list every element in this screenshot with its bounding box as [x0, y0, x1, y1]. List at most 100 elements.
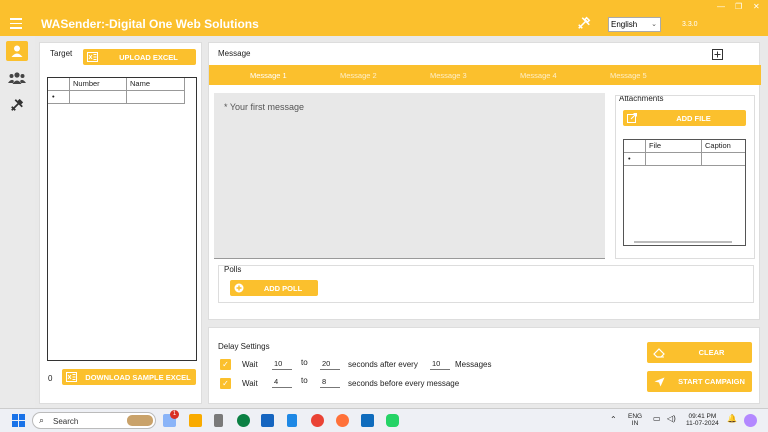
table-header: File Caption	[624, 140, 745, 153]
app-title: WASender:-Digital One Web Solutions	[41, 17, 259, 31]
start-campaign-button[interactable]: START CAMPAIGN	[647, 371, 752, 392]
download-sample-excel-button[interactable]: DOWNLOAD SAMPLE EXCEL	[62, 369, 196, 385]
cell-file[interactable]	[646, 153, 702, 166]
edge-browser-icon[interactable]	[237, 414, 250, 427]
close-icon[interactable]: ✕	[753, 2, 760, 11]
minimize-icon[interactable]: —	[717, 2, 725, 11]
messages-label: Messages	[455, 360, 492, 369]
network-icon[interactable]: ▭	[653, 415, 661, 423]
column-number: Number	[70, 78, 127, 91]
seconds-after-every-label: seconds after every	[348, 360, 418, 369]
messages-count-input[interactable]: 10	[430, 358, 450, 370]
target-count: 0	[48, 374, 53, 383]
upload-excel-button[interactable]: UPLOAD EXCEL	[83, 49, 196, 65]
tab-message-1[interactable]: Message 1	[250, 71, 287, 80]
nav-groups[interactable]	[6, 68, 28, 88]
tools-icon[interactable]	[577, 16, 591, 30]
delay-after-max-input[interactable]: 20	[320, 358, 340, 370]
row-marker: •	[624, 153, 646, 166]
horizontal-scrollbar[interactable]	[634, 241, 732, 243]
add-poll-button[interactable]: ADD POLL	[230, 280, 318, 296]
external-link-icon	[623, 113, 641, 123]
nav-tools[interactable]	[6, 95, 28, 115]
search-icon: ⌕	[39, 415, 45, 425]
eraser-icon	[647, 347, 671, 358]
polls-box: Polls ADD POLL	[218, 265, 754, 303]
to-label: to	[301, 358, 308, 367]
message-placeholder: * Your first message	[224, 102, 305, 112]
row-marker: •	[48, 91, 70, 104]
input-language[interactable]: ENG IN	[628, 413, 642, 427]
language-select[interactable]: English ⌄	[608, 17, 661, 32]
delay-settings-label: Delay Settings	[218, 342, 270, 351]
title-bar: WASender:-Digital One Web Solutions Engl…	[0, 0, 768, 36]
version-label: 3.3.0	[682, 21, 698, 28]
store-icon[interactable]	[261, 414, 274, 427]
message-tabs: Message 1 Message 2 Message 3 Message 4 …	[209, 65, 761, 85]
add-file-button[interactable]: ADD FILE	[623, 110, 746, 126]
restore-icon[interactable]: ❐	[735, 2, 742, 11]
send-icon	[647, 377, 671, 387]
wasender-app-icon[interactable]	[386, 414, 399, 427]
cell-number[interactable]	[70, 91, 127, 104]
tab-message-5[interactable]: Message 5	[610, 71, 647, 80]
taskbar-search[interactable]: ⌕ Search	[32, 412, 156, 429]
delay-settings-panel: Delay Settings ✓ Wait 10 to 20 seconds a…	[208, 327, 760, 404]
left-nav	[0, 36, 35, 408]
clock-date: 11-07-2024	[686, 420, 719, 427]
nav-single-user[interactable]	[6, 41, 28, 61]
to-label: to	[301, 376, 308, 385]
cell-name[interactable]	[127, 91, 185, 104]
column-name: Name	[127, 78, 185, 91]
delay-before-min-input[interactable]: 4	[272, 376, 292, 388]
volume-icon[interactable]: ◁)	[667, 415, 676, 423]
notifications-bell-icon[interactable]: 🔔	[727, 415, 737, 423]
add-message-icon[interactable]	[712, 49, 723, 60]
add-poll-label: ADD POLL	[263, 283, 303, 293]
polls-label: Polls	[224, 265, 242, 274]
excel-icon	[62, 372, 80, 382]
add-file-label: ADD FILE	[676, 113, 711, 123]
windows-start-icon[interactable]	[12, 414, 25, 427]
tab-message-4[interactable]: Message 4	[520, 71, 557, 80]
hamburger-menu-icon[interactable]	[10, 18, 22, 29]
table-row[interactable]: •	[48, 91, 185, 104]
chevron-up-icon[interactable]: ⌃	[610, 416, 617, 424]
delay-before-checkbox[interactable]: ✓	[220, 378, 231, 389]
search-highlight-icon	[127, 415, 153, 426]
file-explorer-icon[interactable]	[189, 414, 202, 427]
table-row[interactable]: •	[624, 153, 745, 166]
copilot-icon[interactable]	[744, 414, 757, 427]
region-code: IN	[631, 420, 639, 427]
column-caption: Caption	[705, 141, 731, 150]
target-panel: Target UPLOAD EXCEL Number Name • 0 DOWN…	[39, 42, 202, 404]
excel-icon	[83, 52, 101, 62]
chrome-icon[interactable]	[311, 414, 324, 427]
firefox-icon[interactable]	[336, 414, 349, 427]
delay-after-min-input[interactable]: 10	[272, 358, 292, 370]
tab-message-3[interactable]: Message 3	[430, 71, 467, 80]
message-panel: Message Message 1 Message 2 Message 3 Me…	[208, 42, 761, 320]
usb-drive-icon[interactable]	[214, 414, 223, 427]
cell-caption[interactable]	[702, 153, 745, 166]
system-clock[interactable]: 09:41 PM 11-07-2024	[686, 413, 719, 427]
download-sample-excel-label: DOWNLOAD SAMPLE EXCEL	[85, 372, 191, 382]
chevron-down-icon: ⌄	[651, 21, 657, 28]
plus-circle-icon	[230, 283, 248, 293]
delay-after-checkbox[interactable]: ✓	[220, 359, 231, 370]
notification-badge: 1	[170, 410, 179, 419]
calculator-icon[interactable]	[287, 414, 297, 427]
delay-before-max-input[interactable]: 8	[320, 376, 340, 388]
clear-button[interactable]: CLEAR	[647, 342, 752, 363]
outlook-icon[interactable]	[361, 414, 374, 427]
clear-label: CLEAR	[698, 348, 725, 357]
target-table[interactable]: Number Name •	[47, 77, 197, 361]
attachments-box: ADD FILE File Caption •	[615, 95, 755, 259]
start-campaign-label: START CAMPAIGN	[678, 377, 745, 386]
message-textarea[interactable]: * Your first message	[214, 93, 605, 259]
attachments-table[interactable]: File Caption •	[623, 139, 746, 246]
language-value: English	[611, 20, 638, 29]
language-code: ENG	[628, 413, 643, 420]
tab-message-2[interactable]: Message 2	[340, 71, 377, 80]
wait-label: Wait	[242, 379, 258, 388]
